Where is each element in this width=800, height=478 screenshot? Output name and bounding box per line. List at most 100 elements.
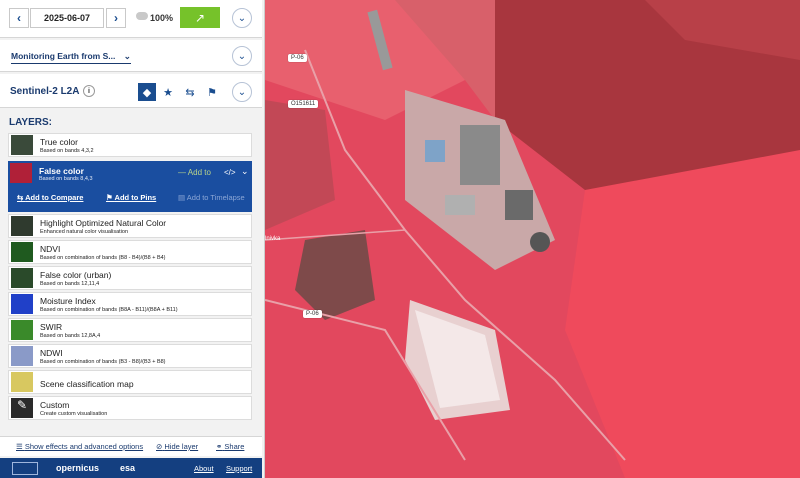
chevron-down-icon: ⌄	[237, 12, 247, 24]
prev-date-button[interactable]: ‹	[9, 8, 29, 28]
layer-item[interactable]: SWIR Based on bands 12,8A,4	[8, 318, 252, 342]
add-to-timelapse-button[interactable]: ▤ Add to Timelapse	[178, 193, 245, 202]
star-icon: ★	[163, 86, 173, 99]
share-label: Share	[224, 442, 245, 451]
layers-tab[interactable]: ◆	[138, 83, 156, 101]
favorites-tab[interactable]: ★	[159, 83, 177, 101]
brush-icon: ✎	[11, 398, 33, 418]
show-effects-link[interactable]: ☰ Show effects and advanced options	[16, 442, 143, 451]
layers-icon: ◆	[142, 86, 152, 99]
layer-title: True color	[40, 137, 78, 147]
layer-subtitle: Based on bands 12,11,4	[40, 281, 100, 287]
layer-title: Custom	[40, 400, 70, 410]
add-to-label: Add to	[187, 168, 211, 177]
date-input[interactable]: 2025-06-07	[30, 8, 104, 28]
layer-item[interactable]: NDWI Based on combination of bands (B3 -…	[8, 344, 252, 368]
add-to-compare-label: Add to Compare	[25, 193, 84, 202]
share-icon: ⚭	[216, 442, 223, 451]
layer-title: SWIR	[40, 322, 63, 332]
layer-item[interactable]: NDVI Based on combination of bands (B8 -…	[8, 240, 252, 264]
eu-flag-icon	[12, 462, 38, 475]
layer-thumbnail	[11, 268, 33, 288]
layer-item[interactable]: Highlight Optimized Natural Color Enhanc…	[8, 214, 252, 238]
info-icon[interactable]: i	[83, 85, 95, 97]
layer-thumbnail	[10, 163, 32, 183]
theme-expand-button[interactable]: ⌄	[232, 46, 252, 66]
layer-thumbnail	[11, 346, 33, 366]
theme-toolbar: Monitoring Earth from S... ⌄ ⌄	[0, 40, 262, 72]
satellite-image	[265, 0, 800, 478]
layer-thumbnail	[11, 242, 33, 262]
map-view[interactable]: P-06 O151611 P-06 lnivka	[265, 0, 800, 478]
layer-thumbnail	[11, 216, 33, 236]
layer-subtitle: Based on bands 8,4,3	[39, 176, 93, 182]
layer-item[interactable]: Scene classification map	[8, 370, 252, 394]
layer-item[interactable]: ✎ Custom Create custom visualisation	[8, 396, 252, 420]
esa-logo: esa	[120, 463, 136, 473]
cloud-icon	[136, 12, 148, 20]
layer-title: Moisture Index	[40, 296, 96, 306]
layer-title: False color	[39, 166, 84, 176]
add-to-pins-label: Add to Pins	[114, 193, 157, 202]
collapse-button[interactable]: ⌄	[232, 8, 252, 28]
add-to-pins-button[interactable]: ⚑ Add to Pins	[106, 193, 156, 202]
chevron-left-icon: ‹	[17, 11, 21, 25]
show-effects-label: Show effects and advanced options	[24, 442, 144, 451]
add-to-compare-button[interactable]: ⇆ Add to Compare	[17, 193, 83, 202]
layer-thumbnail	[11, 135, 33, 155]
add-to-button[interactable]: — Add to	[178, 168, 211, 177]
hide-layer-link[interactable]: ⊘ Hide layer	[156, 442, 198, 451]
eye-slash-icon: ⊘	[156, 442, 163, 451]
compare-icon: ⇆	[185, 86, 195, 99]
copernicus-logo: opernicus	[56, 463, 100, 473]
theme-selector[interactable]: Monitoring Earth from S... ⌄	[11, 51, 131, 64]
cloud-coverage[interactable]: 100%	[150, 13, 173, 23]
chevron-down-icon: ⌄	[123, 51, 131, 61]
search-button[interactable]: ↗	[180, 7, 220, 28]
arrow-up-right-icon: ↗	[194, 10, 206, 25]
pins-tab[interactable]: ⚑	[203, 83, 221, 101]
chevron-right-icon: ›	[114, 11, 118, 25]
layer-title: NDVI	[40, 244, 61, 254]
layer-item[interactable]: True color Based on bands 4,3,2	[8, 133, 252, 157]
layer-subtitle: Create custom visualisation	[40, 411, 108, 417]
layer-title: False color (urban)	[40, 270, 112, 280]
dataset-title: Sentinel-2 L2A	[10, 86, 80, 97]
layer-title: Scene classification map	[40, 379, 134, 389]
sidebar: ‹ 2025-06-07 › 100% ↗ ⌄ Monitoring Earth…	[0, 0, 265, 478]
code-icon[interactable]: </>	[224, 168, 236, 177]
chevron-down-icon: ⌄	[237, 50, 247, 62]
compare-tab[interactable]: ⇆	[181, 83, 199, 101]
chevron-down-icon: ⌄	[237, 86, 247, 98]
hide-layer-label: Hide layer	[164, 442, 199, 451]
layer-thumbnail	[11, 320, 33, 340]
layer-thumbnail	[11, 372, 33, 392]
place-label: lnivka	[265, 236, 281, 242]
layer-options-bar: ☰ Show effects and advanced options ⊘ Hi…	[0, 436, 262, 456]
expand-icon[interactable]: ⌄	[241, 166, 249, 177]
layer-item[interactable]: False color (urban) Based on bands 12,11…	[8, 266, 252, 290]
layer-title: Highlight Optimized Natural Color	[40, 218, 167, 228]
theme-label: Monitoring Earth from S...	[11, 51, 116, 61]
footer-logos: opernicus esa About Support	[0, 458, 262, 478]
pin-icon: ⚑	[207, 86, 217, 99]
date-toolbar: ‹ 2025-06-07 › 100% ↗ ⌄	[0, 0, 262, 38]
next-date-button[interactable]: ›	[106, 8, 126, 28]
dataset-expand-button[interactable]: ⌄	[232, 82, 252, 102]
layer-item[interactable]: Moisture Index Based on combination of b…	[8, 292, 252, 316]
layers-heading: LAYERS:	[9, 117, 52, 128]
layer-item-active[interactable]: False color Based on bands 8,4,3 — Add t…	[8, 161, 252, 212]
about-link[interactable]: About	[194, 464, 214, 473]
layer-subtitle: Based on bands 12,8A,4	[40, 333, 101, 339]
layer-subtitle: Based on combination of bands (B8 - B4)/…	[40, 255, 166, 261]
support-link[interactable]: Support	[226, 464, 252, 473]
layer-subtitle: Based on combination of bands (B8A - B11…	[40, 307, 178, 313]
layer-subtitle: Enhanced natural color visualisation	[40, 229, 129, 235]
add-to-timelapse-label: Add to Timelapse	[186, 193, 245, 202]
dataset-toolbar: Sentinel-2 L2A i ◆ ★ ⇆ ⚑ ⌄	[0, 74, 262, 108]
road-label: O151611	[288, 100, 319, 108]
share-link[interactable]: ⚭ Share	[216, 442, 244, 451]
road-label: P-06	[288, 54, 307, 62]
road-label: P-06	[303, 310, 322, 318]
layer-thumbnail	[11, 294, 33, 314]
